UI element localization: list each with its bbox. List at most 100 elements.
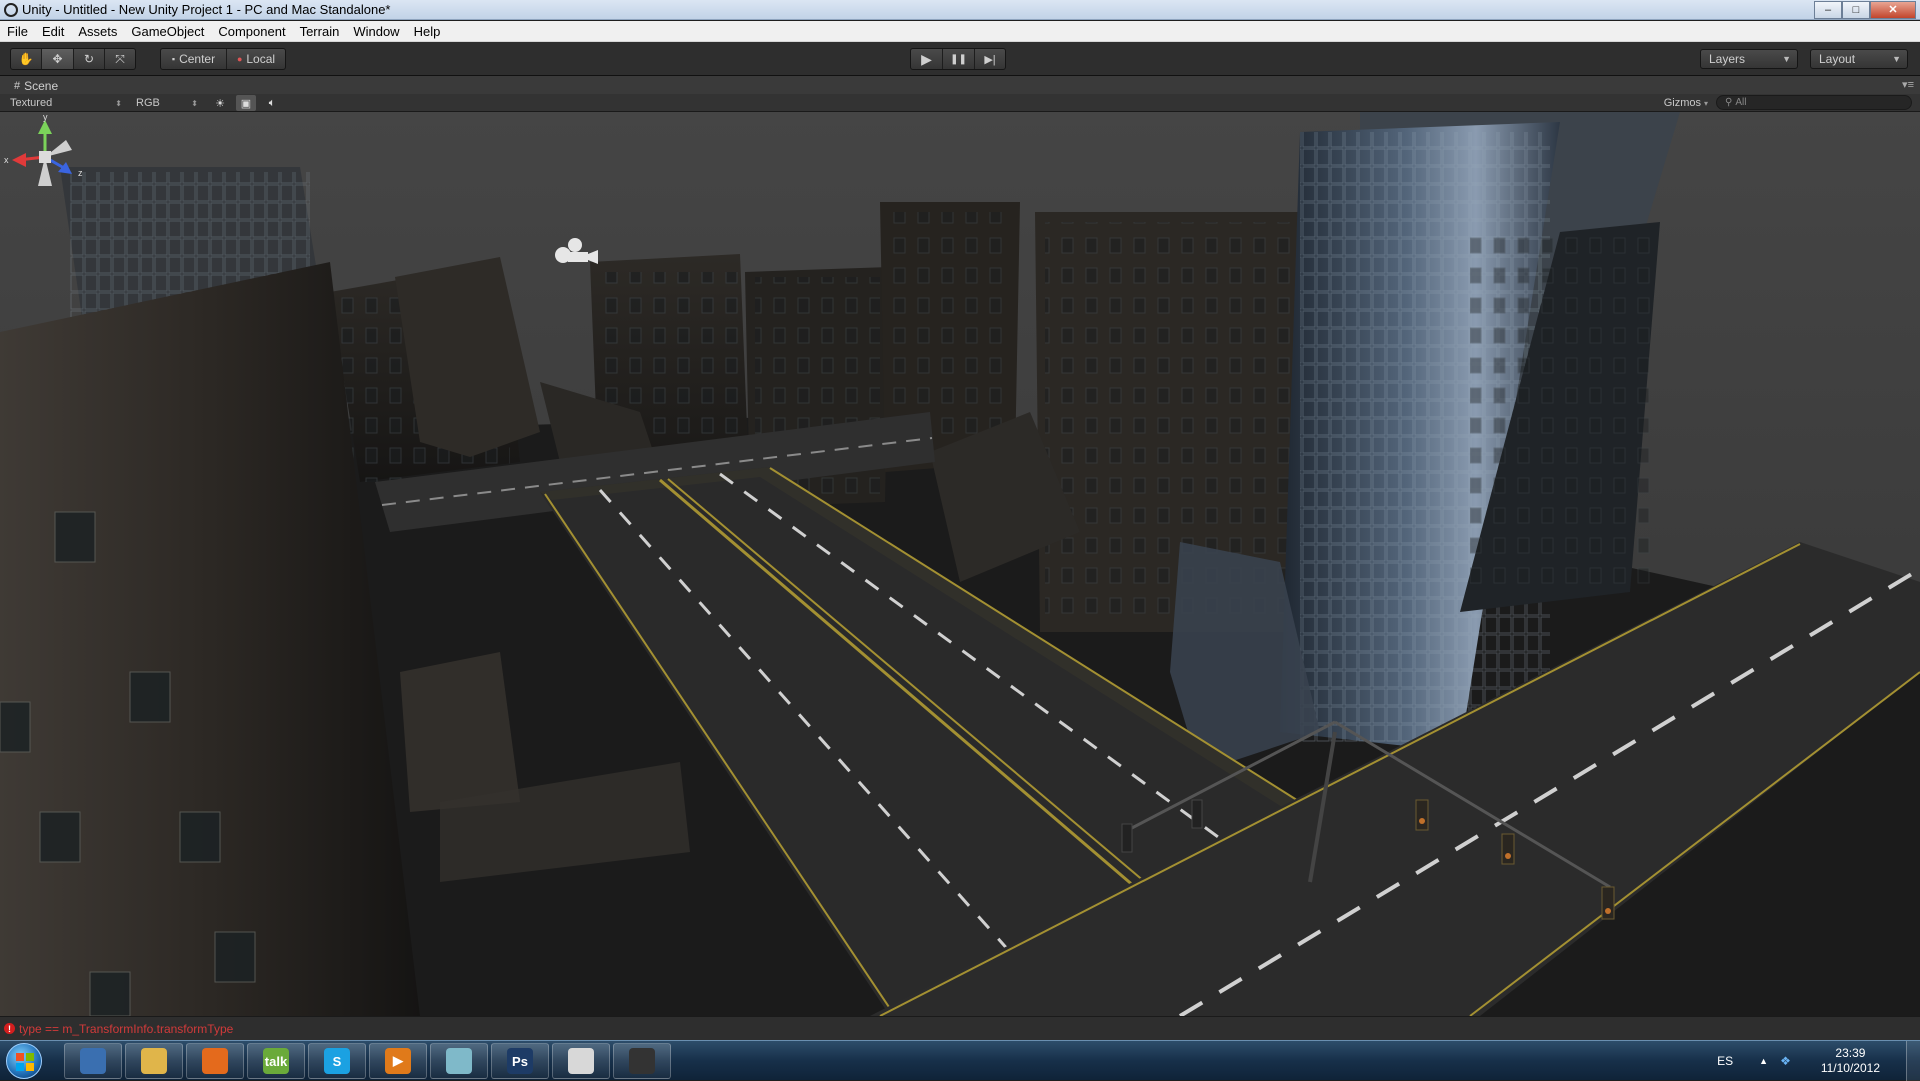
render-mode-dropdown[interactable]: Textured ⬍ (6, 95, 124, 111)
photoshop-app-button[interactable]: Ps (491, 1043, 549, 1079)
menu-help[interactable]: Help (407, 24, 448, 39)
status-bar[interactable]: ! type == m_TransformInfo.transformType (0, 1016, 1920, 1040)
unity-logo-icon (4, 2, 18, 17)
system-tray: ES ▲ ❖ 23:39 11/10/2012 (1717, 1041, 1920, 1081)
hand-icon: ✋ (18, 52, 34, 66)
move-icon: ✥ (52, 52, 63, 66)
scene-grid-icon: # (14, 79, 21, 92)
layers-label: Layers (1709, 52, 1746, 66)
updown-arrow-icon: ⬍ (191, 98, 198, 108)
orientation-gizmo-icon[interactable]: y x z (0, 112, 90, 202)
clock[interactable]: 23:39 11/10/2012 (1821, 1046, 1880, 1076)
language-indicator[interactable]: ES (1717, 1054, 1733, 1068)
pivot-center-button[interactable]: ▪ Center (161, 49, 227, 69)
scene-search-input[interactable]: ⚲ All (1716, 95, 1912, 110)
menu-terrain[interactable]: Terrain (293, 24, 347, 39)
move-tool-button[interactable]: ✥ (42, 49, 74, 69)
dropdown-arrow-icon: ▾ (1703, 98, 1708, 108)
tab-scene[interactable]: # Scene (6, 77, 66, 94)
rotate-tool-button[interactable]: ↻ (74, 49, 105, 69)
updown-arrow-icon: ⬍ (115, 98, 122, 108)
skype-app-button[interactable]: S (308, 1043, 366, 1079)
paint-app-icon (446, 1048, 472, 1074)
clock-date: 11/10/2012 (1820, 1061, 1880, 1075)
gtalk-app-button[interactable]: talk (247, 1043, 305, 1079)
notepad-app-button[interactable] (552, 1043, 610, 1079)
layout-dropdown[interactable]: Layout ▼ (1810, 49, 1908, 69)
dropbox-icon[interactable]: ❖ (1780, 1054, 1791, 1068)
skype-app-icon: S (324, 1048, 350, 1074)
unity-app-icon (629, 1048, 655, 1074)
gizmos-dropdown[interactable]: Gizmos ▾ (1664, 95, 1708, 111)
scene-tab-label: Scene (24, 78, 59, 93)
hand-tool-button[interactable]: ✋ (11, 49, 42, 69)
pivot-center-label: Center (179, 52, 216, 66)
scale-tool-button[interactable]: ⤧ (105, 49, 135, 69)
pause-icon: ❚❚ (950, 53, 967, 65)
scene-fx-toggle[interactable]: ▣ (236, 95, 256, 111)
close-button[interactable]: ✕ (1870, 0, 1916, 19)
transform-tools: ✋ ✥ ↻ ⤧ (10, 48, 136, 70)
menu-bar: File Edit Assets GameObject Component Te… (0, 21, 1920, 42)
firefox-app-icon (202, 1048, 228, 1074)
show-hidden-icons-icon[interactable]: ▲ (1759, 1056, 1768, 1066)
sun-icon: ☀ (215, 97, 225, 110)
network-app-icon (80, 1048, 106, 1074)
scale-icon: ⤧ (115, 51, 125, 66)
firefox-app-button[interactable] (186, 1043, 244, 1079)
windows-logo-icon (16, 1053, 34, 1071)
photoshop-app-icon: Ps (507, 1048, 533, 1074)
menu-file[interactable]: File (0, 24, 35, 39)
layout-label: Layout (1819, 52, 1856, 66)
channel-dropdown[interactable]: RGB ⬍ (132, 95, 200, 111)
axis-y-label: y (43, 112, 48, 122)
menu-gameobject[interactable]: GameObject (124, 24, 211, 39)
pause-button[interactable]: ❚❚ (943, 49, 975, 69)
start-button[interactable] (6, 1043, 42, 1079)
gizmos-label: Gizmos (1663, 97, 1701, 109)
step-button[interactable]: ▶| (975, 49, 1005, 69)
title-bar: Unity - Untitled - New Unity Project 1 -… (0, 0, 1920, 20)
playback-controls: ▶ ❚❚ ▶| (910, 48, 1006, 70)
channel-label: RGB (136, 97, 160, 109)
media-app-button[interactable]: ▶ (369, 1043, 427, 1079)
scene-viewport[interactable]: y x z (0, 112, 1920, 1016)
pivot-icon: ▪ (171, 54, 176, 64)
error-icon: ! (4, 1023, 15, 1034)
layers-dropdown[interactable]: Layers ▼ (1700, 49, 1798, 69)
windows-taskbar: talk S ▶ Ps ES ▲ ❖ 23:39 11/10/2012 (0, 1040, 1920, 1081)
explorer-app-icon (141, 1048, 167, 1074)
notepad-app-icon (568, 1048, 594, 1074)
dropdown-arrow-icon: ▼ (1892, 54, 1901, 64)
clock-time: 23:39 (1835, 1046, 1866, 1060)
window-title: Unity - Untitled - New Unity Project 1 -… (22, 2, 391, 17)
maximize-button[interactable]: □ (1842, 0, 1870, 19)
axis-z-label: z (78, 168, 83, 178)
step-icon: ▶| (984, 53, 996, 66)
menu-assets[interactable]: Assets (71, 24, 124, 39)
network-app-button[interactable] (64, 1043, 122, 1079)
minimize-button[interactable]: – (1814, 0, 1842, 19)
scene-toolbar: Textured ⬍ RGB ⬍ ☀ ▣ 🔈︎ Gizmos ▾ ⚲ All (0, 94, 1920, 112)
panel-menu-icon[interactable]: ▾≡ (1902, 78, 1914, 91)
play-button[interactable]: ▶ (911, 49, 943, 69)
console-error-message[interactable]: type == m_TransformInfo.transformType (19, 1022, 233, 1036)
media-app-icon: ▶ (385, 1048, 411, 1074)
show-desktop-button[interactable] (1906, 1041, 1920, 1081)
menu-component[interactable]: Component (211, 24, 292, 39)
pivot-local-label: Local (246, 52, 276, 66)
search-placeholder: All (1735, 97, 1747, 108)
scene-audio-toggle[interactable]: 🔈︎ (262, 95, 282, 111)
image-icon: ▣ (240, 97, 252, 110)
scene-tab-strip: # Scene ▾≡ (0, 76, 1920, 94)
search-icon: ⚲ (1725, 97, 1733, 108)
unity-app-button[interactable] (613, 1043, 671, 1079)
rotate-icon: ↻ (83, 52, 95, 66)
scene-lighting-toggle[interactable]: ☀ (210, 95, 230, 111)
pivot-local-button[interactable]: ● Local (227, 49, 285, 69)
explorer-app-button[interactable] (125, 1043, 183, 1079)
menu-window[interactable]: Window (346, 24, 406, 39)
main-toolbar: ✋ ✥ ↻ ⤧ ▪ Center ● Local ▶ ❚❚ ▶| Layers … (0, 42, 1920, 76)
paint-app-button[interactable] (430, 1043, 488, 1079)
menu-edit[interactable]: Edit (35, 24, 71, 39)
